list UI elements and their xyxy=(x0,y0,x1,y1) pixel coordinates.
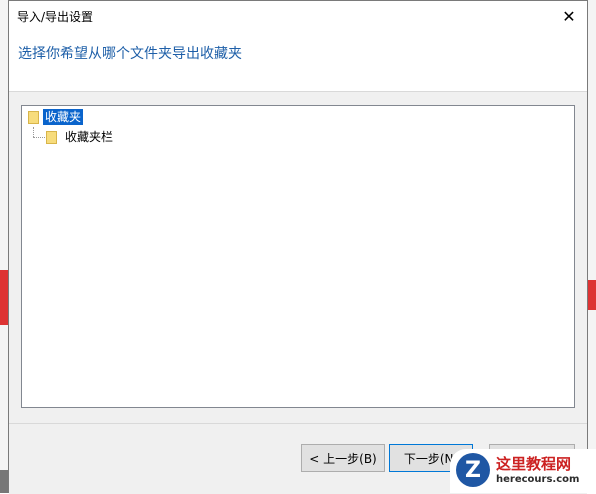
close-button[interactable]: ✕ xyxy=(557,4,581,28)
background-mark xyxy=(0,470,8,493)
tree-connector xyxy=(33,127,35,137)
page-heading: 选择你希望从哪个文件夹导出收藏夹 xyxy=(18,46,242,62)
wizard-header: 选择你希望从哪个文件夹导出收藏夹 xyxy=(9,31,587,92)
watermark: Z 这里教程网 herecours.com xyxy=(450,449,596,493)
dialog-title: 导入/导出设置 xyxy=(17,10,94,24)
back-button[interactable]: < 上一步(B) xyxy=(301,444,385,472)
background-mark xyxy=(0,270,8,325)
close-icon: ✕ xyxy=(562,6,576,26)
title-bar: 导入/导出设置 ✕ xyxy=(9,1,587,31)
folder-icon xyxy=(46,131,57,144)
folder-tree[interactable]: 收藏夹 收藏夹栏 xyxy=(21,105,575,408)
background-mark xyxy=(588,280,596,310)
watermark-subtitle: herecours.com xyxy=(496,474,580,485)
watermark-logo: Z xyxy=(456,453,490,487)
background-window-right xyxy=(588,0,596,493)
tree-connector xyxy=(33,137,45,139)
wizard-content: 收藏夹 收藏夹栏 < 上一步(B) 下一步(N) xyxy=(9,92,587,494)
background-window-left xyxy=(0,0,8,493)
watermark-title: 这里教程网 xyxy=(496,455,572,473)
button-separator xyxy=(9,423,587,424)
folder-icon xyxy=(28,111,39,124)
tree-item-favorites[interactable]: 收藏夹 xyxy=(43,109,84,125)
tree-item-favorites-bar[interactable]: 收藏夹栏 xyxy=(65,129,113,145)
import-export-dialog: 导入/导出设置 ✕ 选择你希望从哪个文件夹导出收藏夹 收藏夹 收藏夹栏 < 上一… xyxy=(8,0,588,494)
